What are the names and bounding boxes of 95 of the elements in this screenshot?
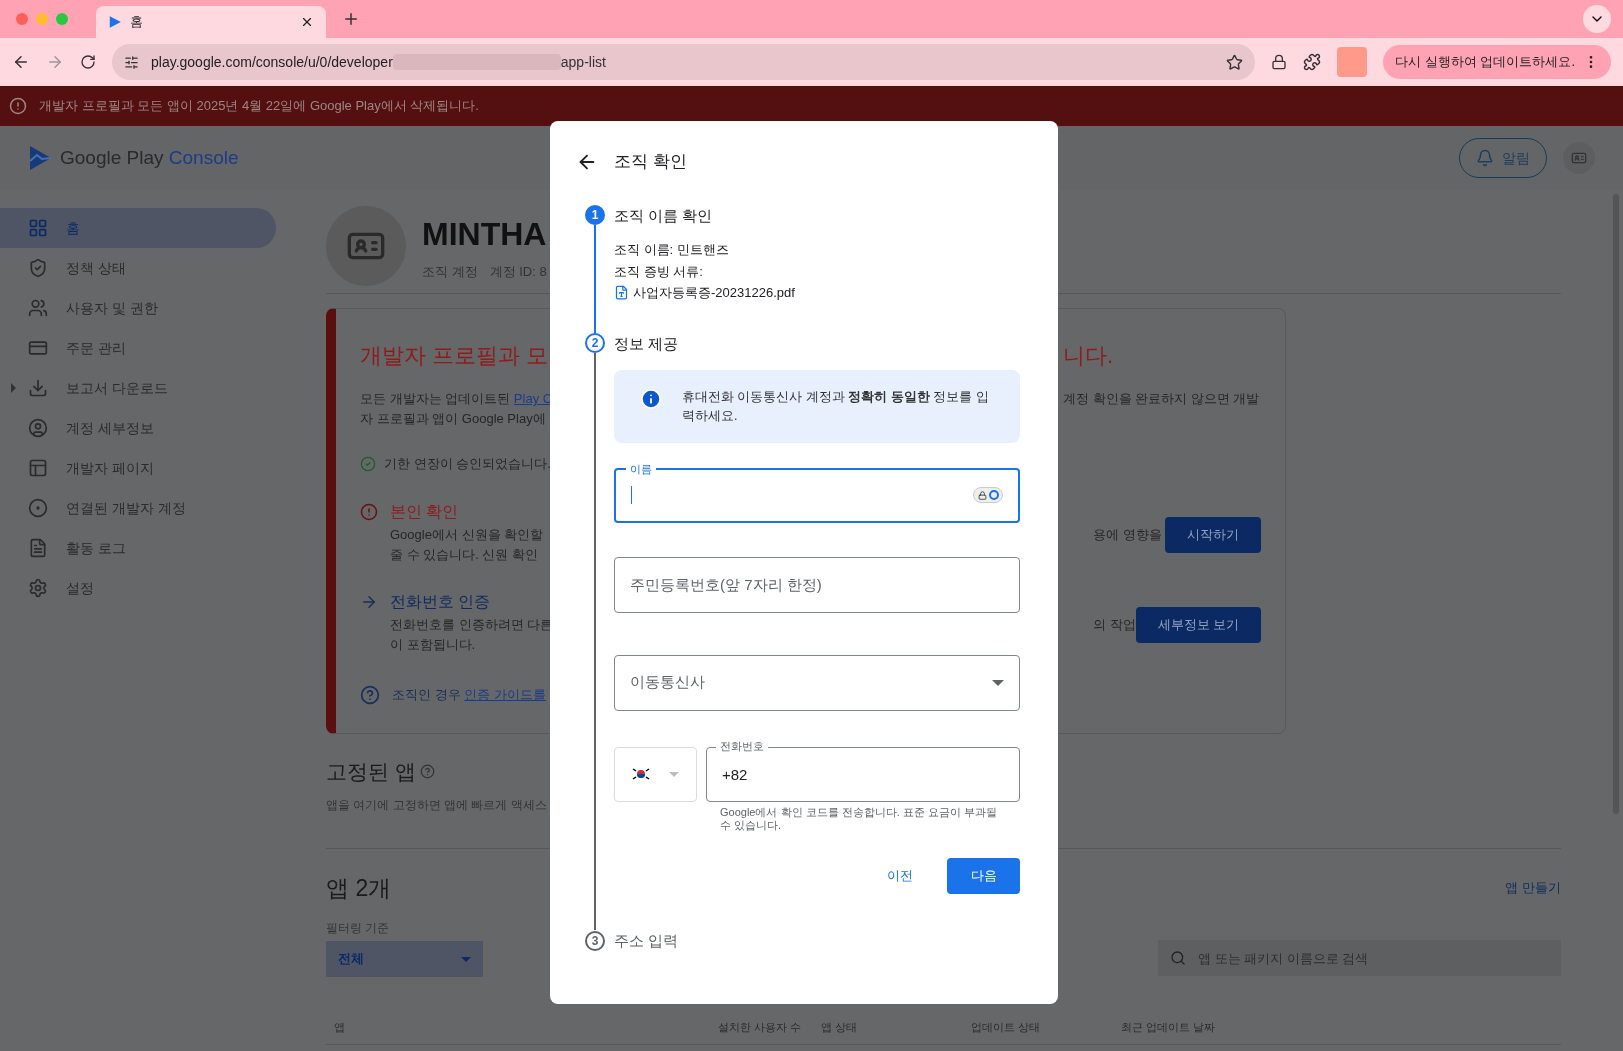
url-text: play.google.com/console/u/0/developer [151,52,393,72]
account-icon [28,418,48,438]
sidebar-item[interactable]: 연결된 개발자 계정 [0,488,276,528]
logo-text: Google Play Console [60,145,239,170]
task-button[interactable]: 세부정보 보기 [1135,607,1262,643]
forward-icon[interactable] [46,53,64,71]
dropdown-caret-icon [992,679,1004,686]
developer-name: MINTHA [422,214,547,254]
text-cursor [631,486,632,504]
document-icon [28,538,48,558]
guide-link[interactable]: 인증 가이드를 [464,687,546,703]
task-text: Google에서 신원을 확인할 [390,526,544,545]
help-icon [419,764,435,780]
sidebar-item[interactable]: 사용자 및 권한 [0,288,276,328]
task-title: 전화번호 인증 [390,592,491,612]
grid-icon [28,218,48,238]
sidebar-item[interactable]: 주문 관리 [0,328,276,368]
dropdown-caret-icon [461,956,471,962]
bookmark-star-icon[interactable] [1226,53,1244,71]
task-text: 이 포함됩니다. [390,636,476,655]
sidebar-item[interactable]: 정책 상태 [0,248,276,288]
column-header: 업데이트 상태 [970,1020,1042,1035]
site-settings-icon[interactable] [124,54,139,70]
download-icon [28,378,48,398]
alert-text: 계정 확인을 완료하지 않으면 개발 [1063,390,1260,409]
help-text: 조직인 경우 인증 가이드를 [392,686,546,705]
alert-icon [360,503,378,521]
org-name-text: 조직 이름: 민트핸즈 [614,241,730,259]
password-manager-icon[interactable] [973,487,1003,503]
phone-hint: Google에서 확인 코드를 전송합니다. 표준 요금이 부과될 수 있습니다. [720,805,998,832]
filter-dropdown[interactable]: 전체 [326,941,483,977]
sidebar-item[interactable]: 보고서 다운로드 [0,368,276,408]
id-number-field[interactable]: 주민등록번호(앞 7자리 한정) [614,556,1020,613]
sidebar-item[interactable]: 계정 세부정보 [0,408,276,448]
page-layout-icon [28,458,48,478]
step-title: 주소 입력 [614,930,679,951]
task-title: 본인 확인 [390,502,459,522]
search-icon [1170,950,1186,966]
section-title: 고정된 앱 [326,759,416,785]
task-button[interactable]: 시작하기 [1165,517,1261,553]
bell-icon [1476,149,1494,167]
task-text: 의 작업 [1093,616,1136,635]
step-title: 조직 이름 확인 [614,206,714,225]
back-icon[interactable] [12,53,30,71]
step-number: 1 [585,205,605,225]
help-icon [360,685,380,705]
doc-label: 조직 증빙 서류: [614,262,704,281]
check-circle-icon [360,456,376,472]
alert-title: 니다. [1063,341,1114,370]
step-number: 2 [585,332,605,353]
settings-icon [28,578,48,598]
previous-button[interactable]: 이전 [863,857,937,894]
new-tab-icon[interactable] [342,10,360,28]
shield-icon [28,258,48,278]
update-button[interactable]: 다시 실행하여 업데이트하세요. [1383,45,1611,79]
password-lock-icon[interactable] [1271,54,1288,70]
browser-tab[interactable]: 홈 [96,6,326,38]
alert-title: 개발자 프로필과 모 [360,341,549,370]
next-button[interactable]: 다음 [947,857,1020,894]
flag-icon [632,767,651,781]
task-text: 용에 영향을 [1093,526,1162,545]
users-icon [28,298,48,318]
step-number: 3 [585,930,605,951]
card-icon [28,338,48,358]
play-console-logo-icon [28,145,52,171]
reload-icon[interactable] [80,54,96,70]
banner-text: 개발자 프로필과 모든 앱이 2025년 4월 22일에 Google Play에서 삭제됩니다. [39,97,479,116]
info-text: 휴대전화 이동통신사 계정과 정확히 동일한 정보를 입력하세요. [682,388,990,425]
warning-icon [9,97,27,115]
tab-list-button[interactable] [1583,5,1611,33]
extensions-icon[interactable] [1303,53,1322,71]
id-card-icon [1571,150,1587,166]
expand-caret-icon[interactable] [11,383,16,393]
sidebar-item[interactable]: 활동 로그 [0,528,276,568]
sidebar-item[interactable]: 설정 [0,568,276,608]
column-header: 최근 업데이트 날짜 [1120,1020,1217,1035]
carrier-select[interactable]: 이동통신사 [614,654,1020,711]
sidebar-item[interactable]: 개발자 페이지 [0,448,276,488]
close-icon[interactable] [300,15,314,29]
url-text: app-list [560,52,606,72]
extension-text: 기한 연장이 승인되었습니다. [384,455,551,474]
task-text: 줄 수 있습니다. 신원 확인 [390,546,539,565]
info-icon [640,387,662,410]
sidebar-item[interactable]: 홈 [0,208,276,248]
alert-text: 자 프로필과 앱이 Google Play에 [360,410,546,429]
create-app-link[interactable]: 앱 만들기 [1505,878,1561,898]
play-logo-icon [108,15,122,29]
step-title: 정보 제공 [614,333,680,353]
file-name: 사업자등록증-20231226.pdf [633,284,795,302]
address-bar[interactable]: play.google.com/console/u/0/developer app-list [112,44,1256,80]
dropdown-caret-icon [668,771,679,777]
dialog-title: 조직 확인 [614,151,687,174]
section-title: 앱 2개 [326,873,392,903]
account-button[interactable] [1563,142,1595,174]
arrow-right-icon [360,593,378,611]
